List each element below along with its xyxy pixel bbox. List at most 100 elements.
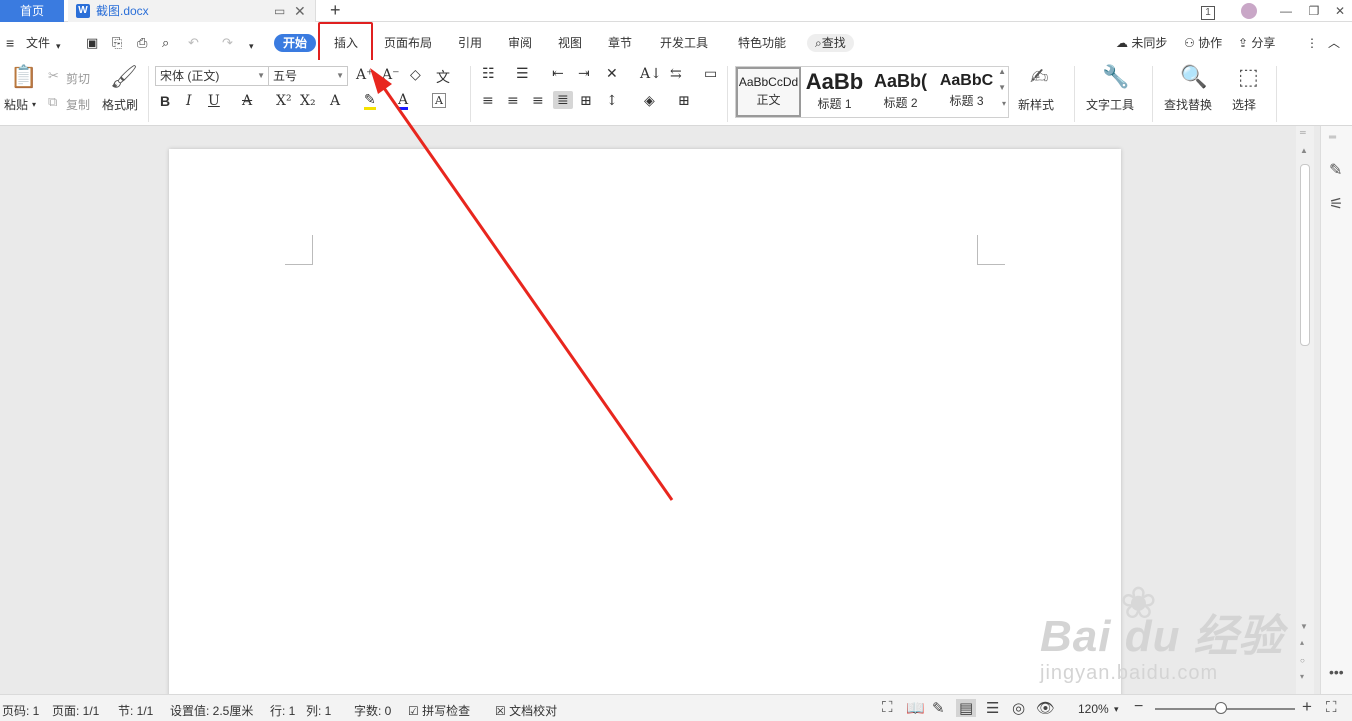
- bullet-list-icon[interactable]: ☷: [482, 66, 495, 82]
- cut-label[interactable]: 剪切: [66, 70, 90, 87]
- styles-more-icon[interactable]: ▾: [1002, 99, 1006, 108]
- new-style-label[interactable]: 新样式: [1018, 96, 1054, 113]
- paste-label[interactable]: 粘贴: [4, 96, 28, 113]
- close-window-icon[interactable]: ✕: [1330, 0, 1350, 22]
- close-tab-icon[interactable]: ✕: [294, 0, 306, 22]
- collaborate-button[interactable]: ⚇ 协作: [1184, 34, 1222, 52]
- status-column[interactable]: 列: 1: [306, 702, 331, 719]
- more-options-icon[interactable]: ⋮: [1306, 34, 1318, 52]
- grow-font-icon[interactable]: A⁺: [356, 67, 374, 83]
- select-label[interactable]: 选择: [1232, 96, 1256, 113]
- styles-scroll-up-icon[interactable]: ▲: [998, 67, 1006, 76]
- more-dots-icon[interactable]: •••: [1329, 664, 1344, 680]
- reading-mode-icon[interactable]: 📖: [906, 699, 925, 717]
- style-heading-1[interactable]: AaBb 标题 1: [802, 67, 867, 117]
- increase-indent-icon[interactable]: ⇥: [578, 66, 590, 82]
- print-preview-icon[interactable]: ⌕: [162, 34, 169, 52]
- font-name-select[interactable]: 宋体 (正文) ▼: [155, 66, 269, 86]
- scroll-thumb[interactable]: [1300, 164, 1310, 346]
- text-tools-icon[interactable]: 🔧: [1102, 64, 1129, 90]
- copy-label[interactable]: 复制: [66, 96, 90, 113]
- status-pages[interactable]: 页面: 1/1: [52, 702, 99, 719]
- settings-sliders-icon[interactable]: ⚟: [1329, 194, 1343, 214]
- search-command[interactable]: ⌕查找: [807, 34, 854, 52]
- new-style-icon[interactable]: ✍: [1030, 64, 1048, 90]
- decrease-indent-icon[interactable]: ⇤: [552, 66, 564, 82]
- highlight-color-icon[interactable]: ✎: [364, 93, 376, 110]
- hamburger-menu-icon[interactable]: ≡: [6, 34, 14, 52]
- align-center-icon[interactable]: ≡: [507, 93, 519, 109]
- bold-icon[interactable]: B: [160, 93, 170, 109]
- tab-review[interactable]: 审阅: [508, 34, 532, 52]
- underline-icon[interactable]: U: [208, 93, 220, 109]
- italic-icon[interactable]: I: [186, 93, 192, 109]
- next-page-icon[interactable]: ▾: [1300, 672, 1304, 681]
- fullscreen-icon[interactable]: ⛶: [882, 699, 893, 716]
- select-icon[interactable]: ⬚: [1238, 64, 1259, 90]
- scroll-up-icon[interactable]: ▲: [1300, 146, 1308, 155]
- tab-page-layout[interactable]: 页面布局: [384, 34, 432, 52]
- redo-icon[interactable]: ↷: [222, 34, 233, 52]
- tab-start[interactable]: 开始: [274, 34, 317, 52]
- scroll-down-icon[interactable]: ▼: [1300, 622, 1308, 631]
- paste-icon[interactable]: 📋: [10, 64, 37, 90]
- styles-scroll-down-icon[interactable]: ▼: [998, 83, 1006, 92]
- tab-references[interactable]: 引用: [458, 34, 482, 52]
- align-left-icon[interactable]: ≡: [482, 93, 494, 109]
- font-size-select[interactable]: 五号 ▼: [268, 66, 348, 86]
- sync-status[interactable]: ☁ 未同步: [1116, 34, 1167, 52]
- document-proofread-button[interactable]: ☒ 文档校对: [495, 702, 557, 719]
- status-page-number[interactable]: 页码: 1: [2, 702, 39, 719]
- print-icon[interactable]: ⎙: [137, 34, 147, 52]
- minimize-icon[interactable]: —: [1276, 0, 1296, 22]
- export-icon[interactable]: ⎘: [112, 34, 122, 52]
- window-count-badge[interactable]: 1: [1198, 0, 1218, 22]
- file-menu-chevron-icon[interactable]: ▾: [56, 37, 61, 55]
- strikethrough-icon[interactable]: A: [242, 93, 252, 109]
- style-normal[interactable]: AaBbCcDd 正文: [736, 67, 801, 117]
- cut-icon[interactable]: ✂: [48, 68, 59, 84]
- new-tab-button[interactable]: +: [330, 0, 341, 20]
- spell-check-button[interactable]: ☑ 拼写检查: [408, 702, 470, 719]
- style-heading-2[interactable]: AaBb( 标题 2: [868, 67, 933, 117]
- character-border-icon[interactable]: A: [432, 93, 446, 108]
- status-word-count[interactable]: 字数: 0: [354, 702, 391, 719]
- zoom-in-icon[interactable]: +: [1302, 697, 1312, 717]
- zoom-slider-handle[interactable]: [1214, 702, 1227, 714]
- text-effect-icon[interactable]: A: [330, 93, 340, 109]
- tab-chapter[interactable]: 章节: [608, 34, 632, 52]
- find-replace-label[interactable]: 查找替换: [1164, 96, 1212, 113]
- quick-access-chevron-icon[interactable]: ▾: [249, 37, 254, 55]
- file-menu[interactable]: 文件: [26, 34, 50, 52]
- shrink-font-icon[interactable]: A⁻: [382, 67, 400, 83]
- phonetic-guide-icon[interactable]: 文: [436, 67, 450, 87]
- pin-icon[interactable]: ▭: [274, 0, 285, 22]
- share-button[interactable]: ⇪ 分享: [1238, 34, 1275, 52]
- show-marks-icon[interactable]: ⇆: [670, 66, 682, 82]
- status-setting-value[interactable]: 设置值: 2.5厘米: [170, 702, 253, 719]
- zoom-level[interactable]: 120%: [1078, 702, 1109, 716]
- copy-icon[interactable]: ⧉: [48, 94, 57, 110]
- browse-object-icon[interactable]: ○: [1300, 656, 1305, 665]
- font-color-icon[interactable]: A: [398, 93, 409, 110]
- undo-icon[interactable]: ↶: [188, 34, 199, 52]
- tab-developer[interactable]: 开发工具: [660, 34, 708, 52]
- find-replace-icon[interactable]: 🔍: [1180, 64, 1207, 90]
- zoom-chevron-icon[interactable]: ▾: [1114, 704, 1119, 715]
- borders-icon[interactable]: ⊞: [678, 93, 690, 109]
- page-view-icon[interactable]: ▤: [956, 699, 977, 717]
- collapse-ribbon-icon[interactable]: ︿: [1328, 34, 1340, 52]
- format-painter-icon[interactable]: 🖌: [110, 64, 138, 90]
- zoom-out-icon[interactable]: −: [1134, 698, 1143, 716]
- home-tab[interactable]: 首页: [0, 0, 64, 22]
- document-tab[interactable]: W 截图.docx ▭ ✕: [68, 0, 316, 22]
- numbered-list-icon[interactable]: ☰: [516, 66, 529, 82]
- style-heading-3[interactable]: AaBbC 标题 3: [934, 67, 999, 117]
- clear-format-icon[interactable]: ◇: [410, 67, 421, 83]
- prev-page-icon[interactable]: ▴: [1300, 638, 1304, 647]
- justify-icon[interactable]: ≣: [553, 91, 573, 109]
- superscript-icon[interactable]: X²: [276, 93, 292, 109]
- eye-protection-icon[interactable]: 👁: [1036, 699, 1055, 717]
- save-icon[interactable]: ▣: [86, 34, 98, 52]
- line-spacing-icon[interactable]: ↕: [606, 93, 618, 109]
